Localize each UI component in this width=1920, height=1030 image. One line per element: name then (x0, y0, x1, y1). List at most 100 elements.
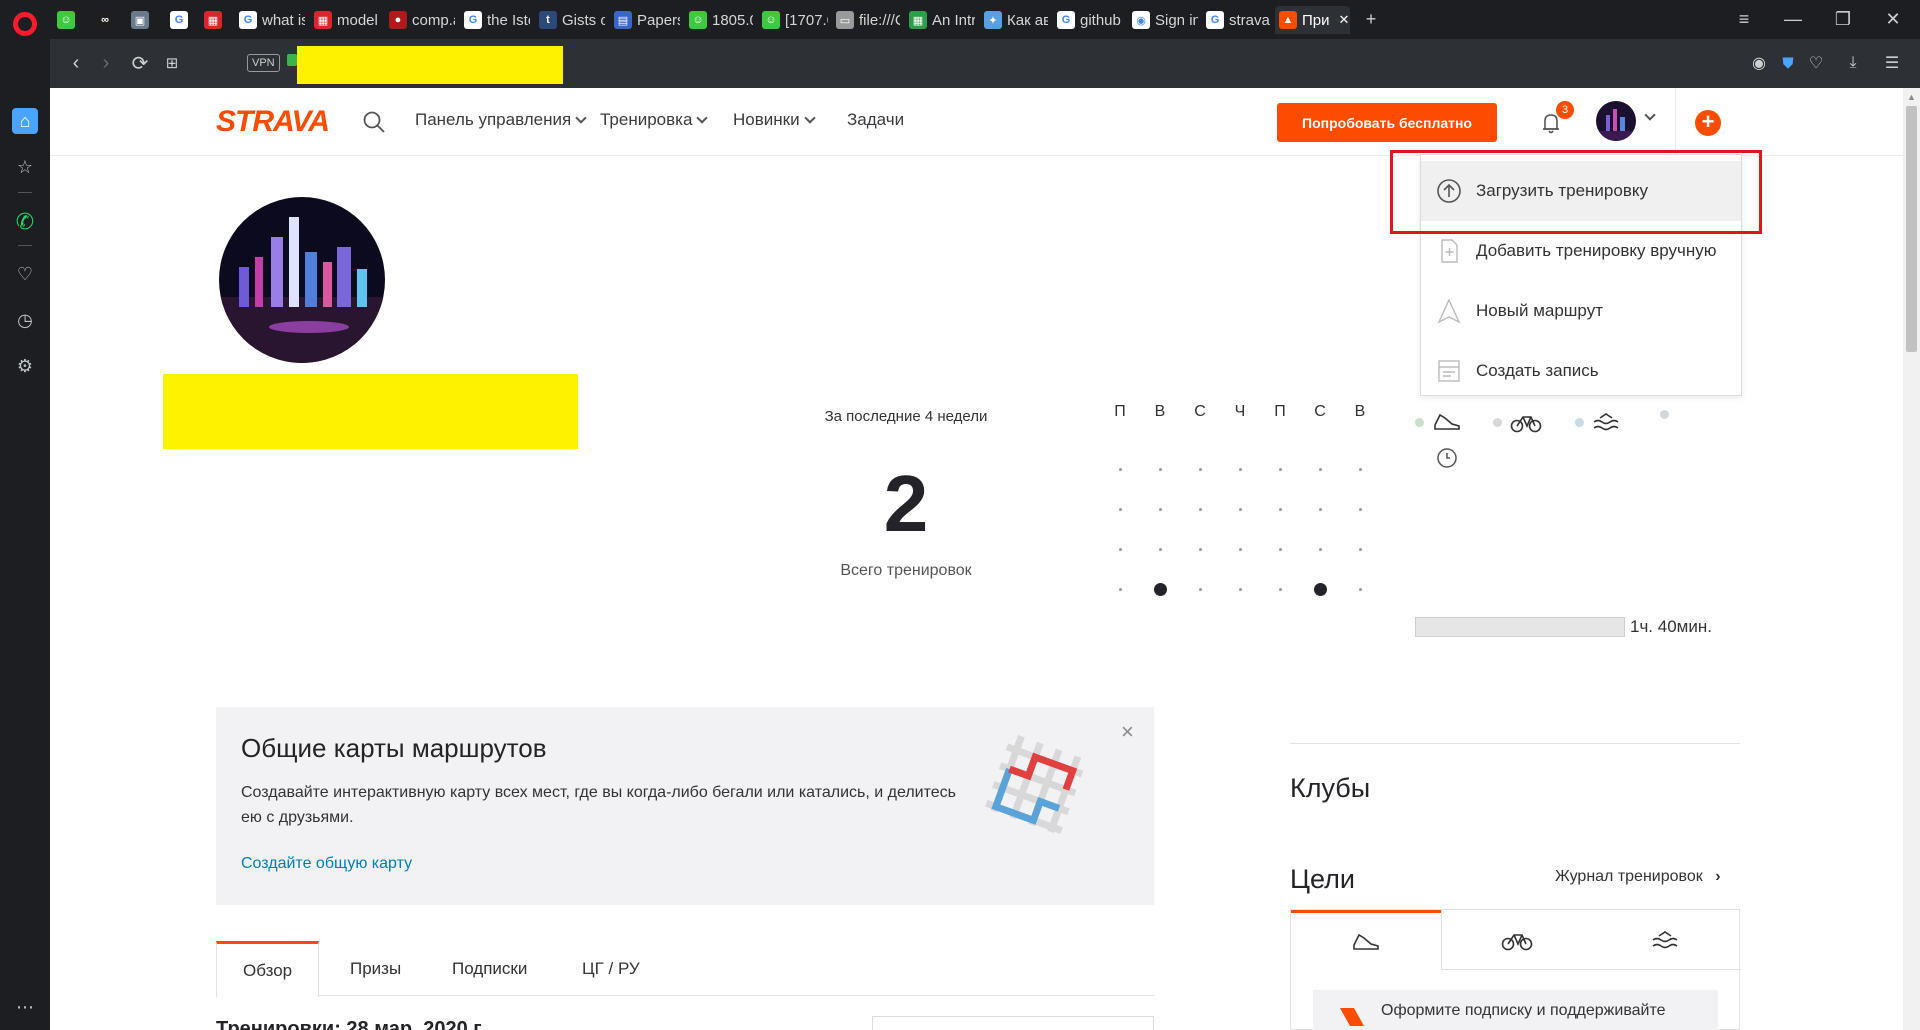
vpn-badge[interactable]: VPN (247, 54, 280, 72)
search-icon[interactable] (362, 110, 386, 134)
sport-filter-swim[interactable] (1575, 410, 1622, 434)
scroll-thumb[interactable] (1906, 106, 1917, 352)
nav-training[interactable]: Тренировка (600, 110, 709, 130)
browser-tab[interactable]: ▤ Papers (610, 6, 680, 34)
tab-overview[interactable]: Обзор (216, 941, 320, 997)
browser-tab[interactable]: ☺ [1707.0 (758, 6, 828, 34)
strava-logo[interactable]: STRAVA (216, 105, 330, 139)
browser-tab[interactable]: ▦ model (310, 6, 380, 34)
browser-tab[interactable]: Ggithub (1053, 6, 1123, 34)
download-icon[interactable]: ⤓ (1839, 49, 1867, 77)
heart-icon[interactable]: ♡ (1802, 49, 1830, 77)
restore-button[interactable]: ❐ (1825, 6, 1861, 32)
browser-tab[interactable]: ∞ (92, 6, 118, 34)
nav-news[interactable]: Новинки (733, 110, 816, 130)
nav-dashboard[interactable]: Панель управления (415, 110, 587, 130)
browser-tab[interactable]: t Gists of (535, 6, 605, 34)
clock-icon[interactable]: ◷ (12, 307, 38, 333)
browser-tab-label: [1707.0 (785, 11, 828, 29)
url-redaction[interactable] (297, 46, 563, 84)
create-post-item[interactable]: Создать запись (1421, 341, 1741, 401)
home-icon[interactable]: ⌂ (12, 108, 38, 134)
settings-sliders-icon[interactable]: ☰ (1878, 49, 1906, 77)
tab-goals-region[interactable]: ЦГ / РУ (556, 941, 666, 996)
name-redaction (163, 374, 578, 449)
tab-menu-icon[interactable]: ≡ (1726, 6, 1762, 32)
google-icon: G (239, 11, 257, 29)
close-icon[interactable]: × (1121, 719, 1134, 745)
goals-tab-swim[interactable] (1591, 910, 1741, 970)
stopwatch-icon[interactable] (1435, 445, 1459, 469)
browser-tab[interactable]: ◉ Sign in (1128, 6, 1198, 34)
promo-title: Общие карты маршрутов (241, 733, 547, 763)
activity-day-dot[interactable] (1153, 582, 1167, 596)
shield-icon[interactable]: ⛊ (1774, 49, 1802, 77)
lock-icon[interactable] (287, 54, 297, 66)
notification-badge[interactable]: 3 (1556, 101, 1574, 119)
browser-tab-label: При (1302, 11, 1330, 29)
star-icon[interactable]: ☆ (12, 154, 38, 180)
empty-day-dot (1318, 467, 1322, 471)
empty-day-dot (1358, 467, 1362, 471)
reload-icon[interactable]: ⟳ (126, 49, 154, 77)
highlight-box (1390, 150, 1762, 234)
google-icon: G (1206, 11, 1224, 29)
goals-tab-run[interactable] (1291, 910, 1441, 970)
heart-icon[interactable]: ♡ (12, 261, 38, 287)
opera-logo-icon[interactable] (13, 12, 37, 36)
forward-arrow-icon[interactable]: › (92, 49, 120, 77)
nav-challenges[interactable]: Задачи (847, 110, 904, 130)
back-arrow-icon[interactable]: ‹ (62, 49, 90, 77)
browser-tab[interactable]: ☺ (53, 6, 79, 34)
more-icon[interactable]: ⋯ (12, 994, 38, 1020)
filter-dot (1575, 417, 1584, 427)
try-free-button[interactable]: Попробовать бесплатно (1277, 103, 1497, 142)
papers-icon: ▤ (614, 11, 632, 29)
browser-tab[interactable]: Gwhat is (235, 6, 305, 34)
browser-tab[interactable]: ● comp.a (385, 6, 455, 34)
new-tab-button[interactable]: + (1353, 6, 1389, 32)
filter-dot (1493, 417, 1502, 427)
browser-tab[interactable]: ▦ (200, 6, 226, 34)
scroll-up-icon[interactable]: ▲ (1907, 92, 1916, 102)
browser-tab[interactable]: ▭ file:///C (832, 6, 900, 34)
subscription-promo[interactable]: Оформите подписку и поддерживайте (1313, 990, 1718, 1030)
speed-dial-icon[interactable]: ⊞ (158, 49, 186, 77)
minimize-button[interactable]: — (1775, 6, 1811, 32)
weekday-label: В (1154, 403, 1166, 420)
new-route-label: Новый маршрут (1476, 301, 1603, 320)
sport-filter-run[interactable] (1415, 410, 1462, 434)
browser-tab[interactable]: ☺ 1805.0( (685, 6, 753, 34)
chevron-down-icon[interactable] (1644, 109, 1656, 121)
empty-day-dot (1118, 547, 1122, 551)
sport-filter-other[interactable] (1660, 410, 1669, 419)
date-range-select[interactable] (872, 1016, 1154, 1030)
training-log-link[interactable]: Журнал тренировок › (1555, 868, 1721, 886)
new-route-item[interactable]: Новый маршрут (1421, 281, 1741, 341)
tab-awards[interactable]: Призы (324, 941, 427, 996)
empty-day-dot (1318, 507, 1322, 511)
browser-tab[interactable]: ▲ При ✕ (1275, 6, 1350, 34)
tab-following[interactable]: Подписки (426, 941, 553, 996)
activity-day-dot[interactable] (1313, 582, 1327, 596)
browser-tab[interactable]: Gthe Iste (460, 6, 530, 34)
whatsapp-icon[interactable]: ✆ (12, 209, 38, 235)
browser-tab[interactable]: ▦ An Intr (905, 6, 975, 34)
grid-icon: ▦ (314, 11, 332, 29)
close-tab-icon[interactable]: ✕ (1339, 12, 1350, 28)
camera-icon[interactable]: ◉ (1745, 49, 1773, 77)
avatar[interactable] (1596, 101, 1636, 141)
profile-avatar[interactable] (219, 197, 385, 363)
sport-filter-ride[interactable] (1493, 410, 1542, 434)
browser-tab[interactable]: G (166, 6, 192, 34)
gear-icon[interactable]: ⚙ (12, 353, 38, 379)
subscription-promo-text: Оформите подписку и поддерживайте (1381, 1002, 1666, 1019)
browser-tab[interactable]: ▣ (127, 6, 153, 34)
page-scrollbar[interactable]: ▲ (1903, 88, 1920, 1030)
close-window-button[interactable]: ✕ (1875, 6, 1911, 32)
browser-tab[interactable]: ✦ Как ав (980, 6, 1048, 34)
browser-tab[interactable]: Gstrava (1202, 6, 1272, 34)
goals-tab-ride[interactable] (1441, 910, 1591, 970)
create-map-link[interactable]: Создайте общую карту (241, 855, 412, 873)
add-button[interactable]: + (1695, 110, 1721, 136)
